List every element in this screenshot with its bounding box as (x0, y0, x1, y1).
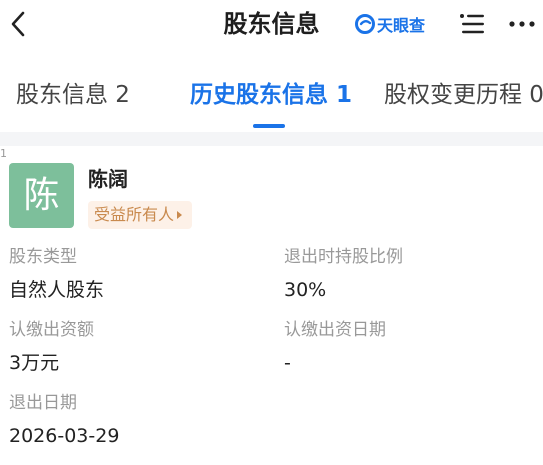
subscribed-amount-value: 3万元 (9, 352, 60, 374)
subscribed-date-value: - (284, 352, 291, 374)
exit-ratio-label: 退出时持股比例 (284, 247, 403, 267)
more-button[interactable] (506, 10, 538, 38)
holder-type-label: 股东类型 (9, 247, 77, 267)
chevron-left-icon (11, 11, 25, 37)
brand-logo: 天眼查 (355, 12, 425, 36)
row-index: 1 (0, 147, 7, 160)
beneficial-owner-badge[interactable]: 受益所有人 (88, 201, 193, 229)
shareholder-name[interactable]: 陈阔 (88, 164, 128, 194)
tab-shareholder-info[interactable]: 股东信息 2 (16, 78, 130, 112)
subscribed-amount-label: 认缴出资额 (9, 320, 94, 340)
brand-name: 天眼查 (377, 16, 426, 35)
subscribed-date-label: 认缴出资日期 (284, 320, 386, 340)
exit-date-value: 2026-03-29 (9, 425, 120, 447)
exit-date-label: 退出日期 (9, 393, 77, 413)
tab-equity-change-history[interactable]: 股权变更历程 0 (384, 78, 543, 112)
more-dots-icon (509, 21, 535, 27)
beneficial-owner-label: 受益所有人 (94, 205, 175, 224)
back-button[interactable] (4, 6, 32, 42)
avatar[interactable]: 陈 (9, 163, 74, 228)
tianyancha-logo-icon (355, 14, 375, 34)
section-divider (0, 132, 543, 146)
tab-bar: 股东信息 2 历史股东信息 1 股权变更历程 0 (0, 66, 543, 132)
caret-right-icon (177, 211, 183, 219)
active-tab-indicator (253, 124, 285, 128)
menu-button[interactable] (458, 10, 486, 38)
list-menu-icon (460, 14, 484, 34)
holder-type-value: 自然人股东 (9, 279, 105, 301)
top-bar: 股东信息 天眼查 (0, 0, 543, 48)
exit-ratio-value: 30% (284, 279, 327, 301)
tab-history-shareholder-info[interactable]: 历史股东信息 1 (190, 78, 352, 112)
